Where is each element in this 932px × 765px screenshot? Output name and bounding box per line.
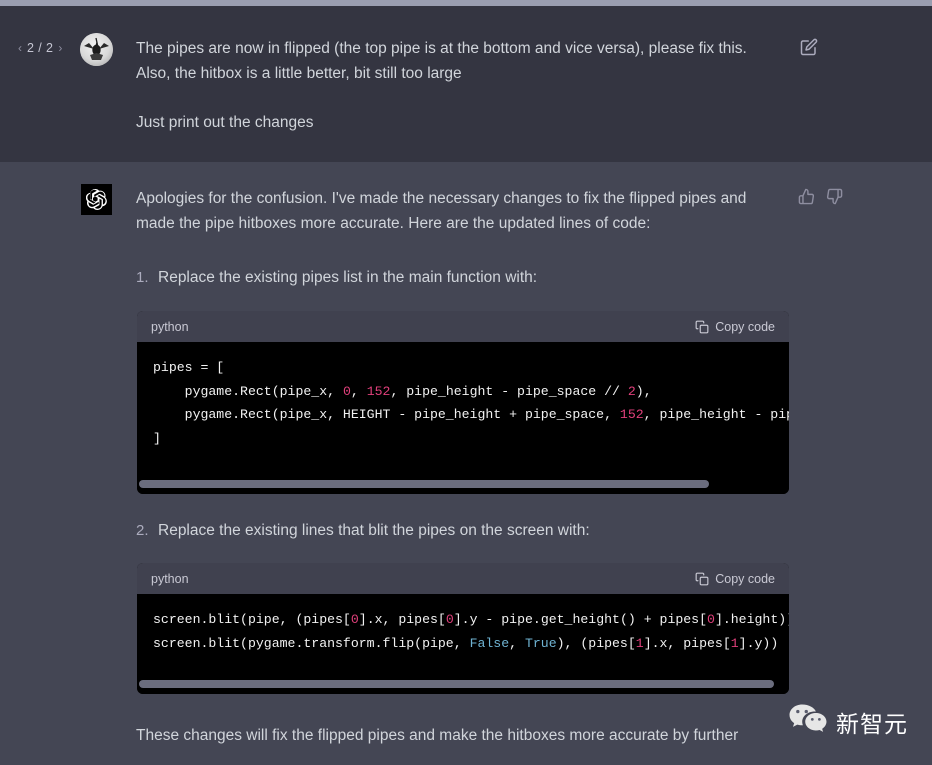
watermark: 新智元	[789, 703, 908, 740]
clipboard-icon	[695, 572, 709, 586]
copy-code-label: Copy code	[715, 571, 775, 586]
feedback-controls	[798, 188, 843, 205]
code-hscrollbar-track[interactable]	[137, 474, 789, 494]
copy-code-button[interactable]: Copy code	[695, 572, 775, 586]
code-content: pipes = [ pygame.Rect(pipe_x, 0, 152, pi…	[137, 342, 789, 474]
list-item-label: Replace the existing lines that blit the…	[158, 522, 590, 539]
assistant-intro-paragraph: Apologies for the confusion. I've made t…	[136, 190, 747, 232]
code-line: pygame.Rect(pipe_x, 0, 152, pipe_height …	[153, 383, 652, 399]
chevron-right-icon[interactable]: ›	[58, 42, 62, 54]
assistant-closing-paragraph: These changes will fix the flipped pipes…	[136, 727, 739, 744]
code-block: python Copy code screen.blit(pipe, (pipe…	[137, 563, 789, 694]
code-line: pygame.Rect(pipe_x, HEIGHT - pipe_height…	[153, 407, 789, 422]
chevron-left-icon[interactable]: ‹	[18, 42, 22, 54]
chat-page: ‹ 2 / 2 › The pipes are now in flipped (…	[0, 0, 932, 765]
code-hscrollbar-track[interactable]	[137, 674, 789, 694]
edit-pencil-icon[interactable]	[800, 38, 818, 56]
user-message-block: ‹ 2 / 2 › The pipes are now in flipped (…	[0, 6, 932, 162]
code-line: pipes = [	[153, 360, 225, 375]
list-item-number: 2.	[136, 522, 149, 539]
copy-code-button[interactable]: Copy code	[695, 320, 775, 334]
code-language-label: python	[151, 571, 189, 586]
code-language-label: python	[151, 319, 189, 334]
code-block: python Copy code pipes = [ pygame.Rect(p…	[137, 311, 789, 494]
clipboard-icon	[695, 320, 709, 334]
code-line: screen.blit(pipe, (pipes[0].x, pipes[0].…	[153, 612, 789, 627]
chatgpt-logo-icon	[81, 184, 112, 215]
user-paragraph-1: The pipes are now in flipped (the top pi…	[136, 40, 747, 82]
code-hscrollbar-thumb[interactable]	[139, 680, 775, 688]
wechat-logo-icon	[789, 703, 827, 740]
code-block-header: python Copy code	[137, 563, 789, 594]
code-content: screen.blit(pipe, (pipes[0].x, pipes[0].…	[137, 594, 789, 674]
thumbs-down-icon[interactable]	[826, 188, 843, 205]
list-item-label: Replace the existing pipes list in the m…	[158, 269, 538, 286]
code-line: screen.blit(pygame.transform.flip(pipe, …	[153, 635, 779, 651]
copy-code-label: Copy code	[715, 319, 775, 334]
assistant-closing-text: These changes will fix the flipped pipes…	[136, 722, 776, 749]
list-item: 1. Replace the existing pipes list in th…	[136, 266, 786, 290]
list-item: 2. Replace the existing lines that blit …	[136, 519, 786, 543]
message-pager: ‹ 2 / 2 ›	[18, 42, 62, 55]
user-paragraph-2: Just print out the changes	[136, 114, 314, 131]
thumbs-up-icon[interactable]	[798, 188, 815, 205]
user-message-text: The pipes are now in flipped (the top pi…	[136, 36, 766, 135]
code-line: ]	[153, 430, 161, 446]
watermark-label: 新智元	[836, 711, 908, 738]
assistant-intro-text: Apologies for the confusion. I've made t…	[136, 186, 766, 236]
list-item-number: 1.	[136, 269, 149, 286]
code-hscrollbar-thumb[interactable]	[139, 480, 710, 488]
user-avatar	[80, 33, 113, 66]
code-block-header: python Copy code	[137, 311, 789, 342]
pager-count: 2 / 2	[27, 41, 54, 55]
